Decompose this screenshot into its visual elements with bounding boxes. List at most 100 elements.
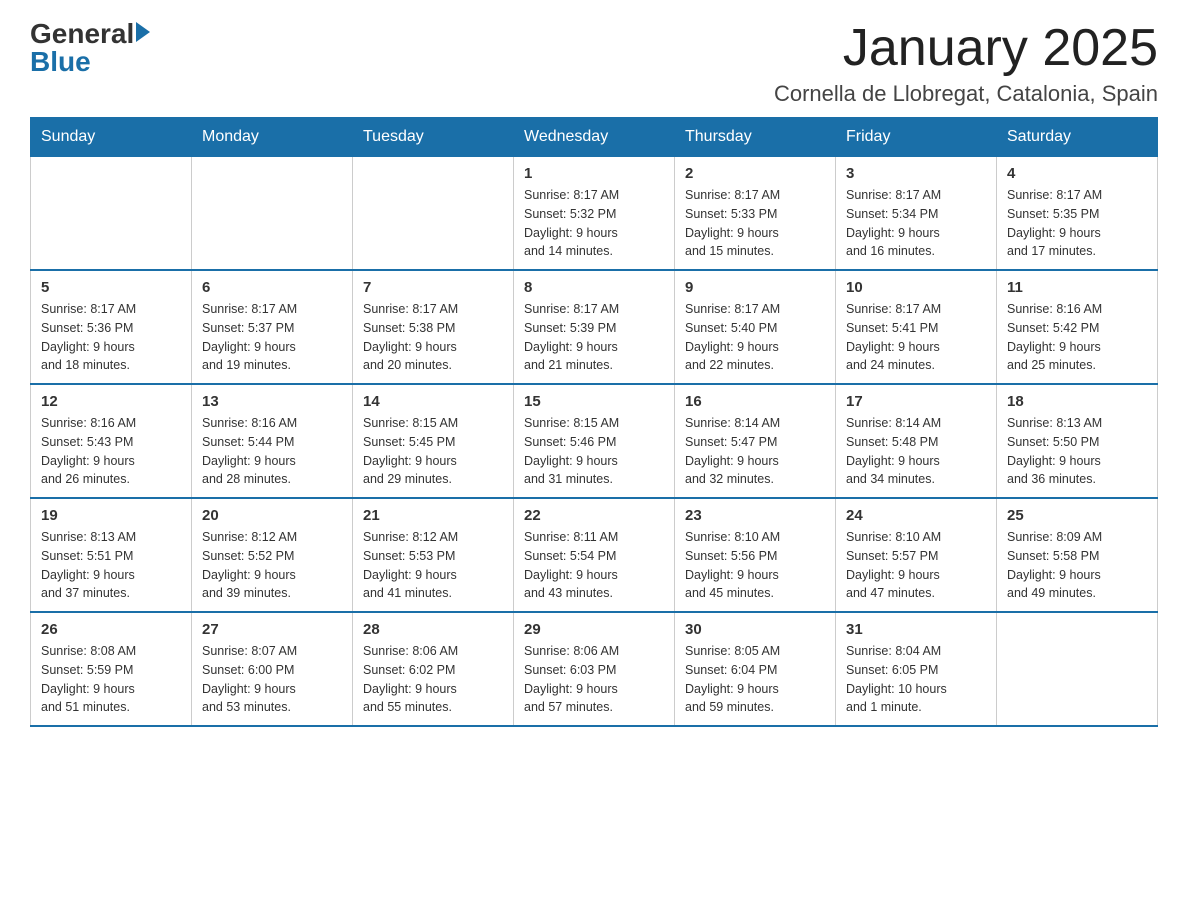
calendar-cell: 13 Sunrise: 8:16 AM Sunset: 5:44 PM Dayli… bbox=[192, 384, 353, 498]
day-info: Sunrise: 8:05 AM Sunset: 6:04 PM Dayligh… bbox=[685, 642, 825, 717]
calendar-cell bbox=[192, 157, 353, 271]
calendar-cell: 11 Sunrise: 8:16 AM Sunset: 5:42 PM Dayli… bbox=[997, 270, 1158, 384]
day-number: 4 bbox=[1007, 165, 1147, 182]
calendar-cell: 16 Sunrise: 8:14 AM Sunset: 5:47 PM Dayli… bbox=[675, 384, 836, 498]
day-number: 27 bbox=[202, 621, 342, 638]
calendar-week-row: 5 Sunrise: 8:17 AM Sunset: 5:36 PM Daylig… bbox=[31, 270, 1158, 384]
header-wednesday: Wednesday bbox=[514, 118, 675, 157]
day-info: Sunrise: 8:08 AM Sunset: 5:59 PM Dayligh… bbox=[41, 642, 181, 717]
day-number: 12 bbox=[41, 393, 181, 410]
day-number: 26 bbox=[41, 621, 181, 638]
calendar-week-row: 12Sunrise: 8:16 AM Sunset: 5:43 PM Dayli… bbox=[31, 384, 1158, 498]
day-info: Sunrise: 8:17 AM Sunset: 5:37 PM Dayligh… bbox=[202, 300, 342, 375]
calendar-cell: 14 Sunrise: 8:15 AM Sunset: 5:45 PM Dayli… bbox=[353, 384, 514, 498]
day-info: Sunrise: 8:17 AM Sunset: 5:32 PM Dayligh… bbox=[524, 186, 664, 261]
calendar-cell: 21Sunrise: 8:12 AM Sunset: 5:53 PM Dayli… bbox=[353, 498, 514, 612]
day-number: 29 bbox=[524, 621, 664, 638]
calendar-cell: 15Sunrise: 8:15 AM Sunset: 5:46 PM Dayli… bbox=[514, 384, 675, 498]
header-monday: Monday bbox=[192, 118, 353, 157]
day-info: Sunrise: 8:14 AM Sunset: 5:48 PM Dayligh… bbox=[846, 414, 986, 489]
calendar-cell: 10 Sunrise: 8:17 AM Sunset: 5:41 PM Dayli… bbox=[836, 270, 997, 384]
day-info: Sunrise: 8:10 AM Sunset: 5:57 PM Dayligh… bbox=[846, 528, 986, 603]
calendar-cell: 22 Sunrise: 8:11 AM Sunset: 5:54 PM Dayli… bbox=[514, 498, 675, 612]
day-info: Sunrise: 8:17 AM Sunset: 5:41 PM Dayligh… bbox=[846, 300, 986, 375]
day-number: 19 bbox=[41, 507, 181, 524]
day-info: Sunrise: 8:07 AM Sunset: 6:00 PM Dayligh… bbox=[202, 642, 342, 717]
day-number: 15 bbox=[524, 393, 664, 410]
day-info: Sunrise: 8:12 AM Sunset: 5:52 PM Dayligh… bbox=[202, 528, 342, 603]
day-number: 24 bbox=[846, 507, 986, 524]
calendar-cell: 26 Sunrise: 8:08 AM Sunset: 5:59 PM Dayli… bbox=[31, 612, 192, 726]
day-number: 30 bbox=[685, 621, 825, 638]
day-number: 6 bbox=[202, 279, 342, 296]
header-tuesday: Tuesday bbox=[353, 118, 514, 157]
calendar-cell: 20 Sunrise: 8:12 AM Sunset: 5:52 PM Dayli… bbox=[192, 498, 353, 612]
day-number: 2 bbox=[685, 165, 825, 182]
calendar-cell: 27 Sunrise: 8:07 AM Sunset: 6:00 PM Dayli… bbox=[192, 612, 353, 726]
day-number: 31 bbox=[846, 621, 986, 638]
day-number: 11 bbox=[1007, 279, 1147, 296]
day-number: 22 bbox=[524, 507, 664, 524]
day-info: Sunrise: 8:04 AM Sunset: 6:05 PM Dayligh… bbox=[846, 642, 986, 717]
calendar-cell: 18Sunrise: 8:13 AM Sunset: 5:50 PM Dayli… bbox=[997, 384, 1158, 498]
day-info: Sunrise: 8:17 AM Sunset: 5:35 PM Dayligh… bbox=[1007, 186, 1147, 261]
day-info: Sunrise: 8:17 AM Sunset: 5:34 PM Dayligh… bbox=[846, 186, 986, 261]
calendar-cell: 7Sunrise: 8:17 AM Sunset: 5:38 PM Daylig… bbox=[353, 270, 514, 384]
logo-arrow-icon bbox=[136, 22, 150, 42]
calendar-cell: 9 Sunrise: 8:17 AM Sunset: 5:40 PM Daylig… bbox=[675, 270, 836, 384]
day-info: Sunrise: 8:09 AM Sunset: 5:58 PM Dayligh… bbox=[1007, 528, 1147, 603]
day-number: 1 bbox=[524, 165, 664, 182]
day-info: Sunrise: 8:15 AM Sunset: 5:45 PM Dayligh… bbox=[363, 414, 503, 489]
day-info: Sunrise: 8:17 AM Sunset: 5:33 PM Dayligh… bbox=[685, 186, 825, 261]
logo-general: General bbox=[30, 20, 134, 48]
day-number: 9 bbox=[685, 279, 825, 296]
header-saturday: Saturday bbox=[997, 118, 1158, 157]
day-number: 7 bbox=[363, 279, 503, 296]
calendar-cell: 2 Sunrise: 8:17 AM Sunset: 5:33 PM Daylig… bbox=[675, 157, 836, 271]
calendar-cell: 12Sunrise: 8:16 AM Sunset: 5:43 PM Dayli… bbox=[31, 384, 192, 498]
day-info: Sunrise: 8:17 AM Sunset: 5:39 PM Dayligh… bbox=[524, 300, 664, 375]
calendar-cell: 23 Sunrise: 8:10 AM Sunset: 5:56 PM Dayli… bbox=[675, 498, 836, 612]
day-number: 16 bbox=[685, 393, 825, 410]
day-info: Sunrise: 8:13 AM Sunset: 5:51 PM Dayligh… bbox=[41, 528, 181, 603]
day-number: 28 bbox=[363, 621, 503, 638]
day-number: 18 bbox=[1007, 393, 1147, 410]
month-title: January 2025 bbox=[774, 20, 1158, 77]
day-number: 14 bbox=[363, 393, 503, 410]
day-number: 10 bbox=[846, 279, 986, 296]
calendar-cell: 6 Sunrise: 8:17 AM Sunset: 5:37 PM Daylig… bbox=[192, 270, 353, 384]
day-info: Sunrise: 8:16 AM Sunset: 5:42 PM Dayligh… bbox=[1007, 300, 1147, 375]
calendar-week-row: 26 Sunrise: 8:08 AM Sunset: 5:59 PM Dayli… bbox=[31, 612, 1158, 726]
calendar-cell: 8 Sunrise: 8:17 AM Sunset: 5:39 PM Daylig… bbox=[514, 270, 675, 384]
calendar-cell bbox=[353, 157, 514, 271]
day-number: 23 bbox=[685, 507, 825, 524]
logo-blue: Blue bbox=[30, 46, 91, 77]
day-info: Sunrise: 8:17 AM Sunset: 5:36 PM Dayligh… bbox=[41, 300, 181, 375]
day-number: 25 bbox=[1007, 507, 1147, 524]
day-info: Sunrise: 8:14 AM Sunset: 5:47 PM Dayligh… bbox=[685, 414, 825, 489]
location-title: Cornella de Llobregat, Catalonia, Spain bbox=[774, 81, 1158, 107]
calendar-cell: 25 Sunrise: 8:09 AM Sunset: 5:58 PM Dayli… bbox=[997, 498, 1158, 612]
day-info: Sunrise: 8:16 AM Sunset: 5:44 PM Dayligh… bbox=[202, 414, 342, 489]
day-number: 3 bbox=[846, 165, 986, 182]
calendar-table: SundayMondayTuesdayWednesdayThursdayFrid… bbox=[30, 117, 1158, 727]
day-info: Sunrise: 8:11 AM Sunset: 5:54 PM Dayligh… bbox=[524, 528, 664, 603]
calendar-cell: 19 Sunrise: 8:13 AM Sunset: 5:51 PM Dayli… bbox=[31, 498, 192, 612]
page-header: General Blue January 2025 Cornella de Ll… bbox=[30, 20, 1158, 107]
day-number: 13 bbox=[202, 393, 342, 410]
title-block: January 2025 Cornella de Llobregat, Cata… bbox=[774, 20, 1158, 107]
day-number: 8 bbox=[524, 279, 664, 296]
header-sunday: Sunday bbox=[31, 118, 192, 157]
calendar-cell: 17Sunrise: 8:14 AM Sunset: 5:48 PM Dayli… bbox=[836, 384, 997, 498]
day-info: Sunrise: 8:10 AM Sunset: 5:56 PM Dayligh… bbox=[685, 528, 825, 603]
day-info: Sunrise: 8:17 AM Sunset: 5:40 PM Dayligh… bbox=[685, 300, 825, 375]
day-number: 20 bbox=[202, 507, 342, 524]
calendar-cell: 28 Sunrise: 8:06 AM Sunset: 6:02 PM Dayli… bbox=[353, 612, 514, 726]
day-number: 21 bbox=[363, 507, 503, 524]
calendar-cell: 30 Sunrise: 8:05 AM Sunset: 6:04 PM Dayli… bbox=[675, 612, 836, 726]
calendar-cell: 31 Sunrise: 8:04 AM Sunset: 6:05 PM Dayli… bbox=[836, 612, 997, 726]
day-number: 5 bbox=[41, 279, 181, 296]
day-info: Sunrise: 8:06 AM Sunset: 6:02 PM Dayligh… bbox=[363, 642, 503, 717]
calendar-week-row: 1 Sunrise: 8:17 AM Sunset: 5:32 PM Daylig… bbox=[31, 157, 1158, 271]
header-friday: Friday bbox=[836, 118, 997, 157]
